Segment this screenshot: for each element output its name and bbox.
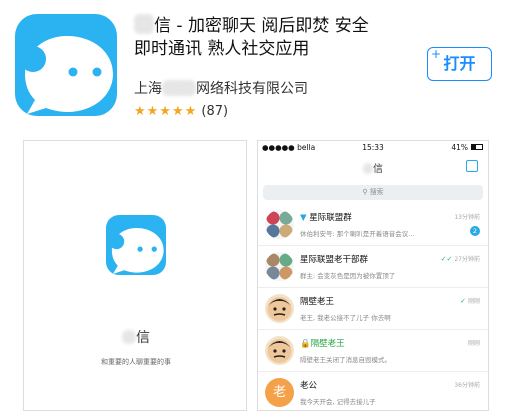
chat-time: 36分钟前 (454, 382, 480, 389)
screenshot-chat-list[interactable]: ●●●●● bella 15:33 41% 信 ⚲ 搜索 ▼ 星际联盟群 休伯利… (257, 140, 489, 411)
developer-prefix: 上海 (134, 81, 162, 97)
text-avatar: 老 (265, 378, 294, 407)
chat-preview: 休伯利安号: 那个喇叭是开着语音会议... (300, 230, 415, 238)
app-title-line-2: 即时通讯 熟人社交应用 (134, 39, 310, 59)
star-rating-icon: ★★★★★ (134, 104, 198, 119)
chat-name-text: 隔壁老王 (310, 339, 345, 349)
screenshot-splash[interactable]: 信 和重要的人聊重要的事 (23, 140, 247, 411)
developer-name[interactable]: 上海 网络科技有限公司 (134, 78, 308, 98)
nav-title: 信 (258, 160, 488, 175)
redacted-mark (162, 80, 196, 96)
chat-time-text: 27分钟前 (454, 256, 480, 263)
open-button-label: 打开 (443, 54, 476, 73)
status-bar: ●●●●● bella 15:33 41% (258, 141, 488, 155)
compose-icon[interactable] (466, 160, 478, 172)
search-placeholder: 搜索 (369, 188, 384, 196)
app-icon[interactable] (15, 14, 117, 116)
check-icon: ✓ (460, 297, 466, 305)
group-avatar-icon (266, 253, 293, 280)
rating: ★★★★★ (87) (134, 104, 228, 119)
redacted-mark (134, 14, 154, 34)
nav-title-text: 信 (373, 164, 383, 175)
chat-row[interactable]: 隔壁老王 老王, 我老公接不了儿子 你去啊 ✓ 刚刚 (258, 288, 488, 330)
face-avatar (265, 336, 294, 365)
chat-name-text: 星际联盟群 (309, 213, 352, 223)
chat-preview: 群主: 会变灰色是因为被你置顶了 (300, 272, 396, 280)
app-header: 信 - 加密聊天 阅后即焚 安全 即时通讯 熟人社交应用 上海 网络科技有限公司 … (0, 0, 505, 140)
chat-time: 刚刚 (467, 340, 480, 347)
developer-suffix: 网络科技有限公司 (196, 81, 308, 97)
cartoon-face-icon (267, 297, 292, 321)
search-icon: ⚲ (362, 188, 368, 196)
splash-app-name-text: 信 (136, 330, 150, 346)
splash-app-name: 信 (24, 327, 246, 347)
chat-name: 隔壁老王 (300, 297, 335, 307)
battery-icon (471, 144, 483, 150)
chat-row-group[interactable]: 星际联盟老干部群 群主: 会变灰色是因为被你置顶了 ✓✓ 27分钟前 (258, 246, 488, 288)
group-avatar-icon (266, 211, 293, 238)
check-icon: ✓✓ (440, 255, 453, 263)
group-avatar (265, 252, 294, 281)
unread-badge: 2 (470, 226, 480, 236)
chat-bubble-face-icon (108, 227, 164, 274)
chat-name: 🔒隔壁老王 (300, 337, 345, 349)
redacted-mark (122, 330, 136, 344)
face-avatar (265, 294, 294, 323)
chat-time-text: 刚刚 (467, 298, 480, 305)
chat-time: ✓✓ 27分钟前 (441, 254, 480, 263)
rating-count: (87) (201, 104, 229, 119)
splash-slogan: 和重要的人聊重要的事 (101, 358, 171, 366)
chat-row[interactable]: 老 老公 我今天开会, 记得去接儿子 36分钟前 (258, 372, 488, 410)
chat-name: ▼ 星际联盟群 (300, 211, 352, 223)
battery-percent: 41% (451, 143, 468, 152)
chat-name: 星际联盟老干部群 (300, 255, 369, 265)
chat-row-secure[interactable]: 🔒隔壁老王 隔壁老王关闭了消息自毁模式。 刚刚 (258, 330, 488, 372)
app-title-line-1: 信 - 加密聊天 阅后即焚 安全 (154, 16, 369, 36)
chat-preview: 我今天开会, 记得去接儿子 (300, 398, 376, 406)
chat-preview: 老王, 我老公接不了儿子 你去啊 (300, 314, 391, 322)
redacted-mark (363, 163, 373, 174)
open-button[interactable]: + 打开 (427, 47, 492, 81)
cartoon-face-icon (267, 339, 292, 363)
group-avatar (265, 210, 294, 239)
chat-preview: 隔壁老王关闭了消息自毁模式。 (300, 356, 391, 364)
chat-name: 老公 (300, 381, 318, 391)
chat-time: ✓ 刚刚 (460, 296, 480, 305)
nav-bar: 信 (258, 155, 488, 179)
chat-row-group[interactable]: ▼ 星际联盟群 休伯利安号: 那个喇叭是开着语音会议... 13分钟前 2 (258, 204, 488, 246)
lock-icon: 🔒 (300, 339, 311, 349)
splash-app-icon (106, 215, 166, 275)
chat-time: 13分钟前 (454, 214, 480, 221)
app-title: 信 - 加密聊天 阅后即焚 安全 即时通讯 熟人社交应用 (134, 14, 419, 61)
search-bar[interactable]: ⚲ 搜索 (263, 185, 483, 200)
speaker-icon: ▼ (300, 213, 307, 223)
chat-bubble-face-icon (20, 36, 113, 114)
plus-icon: + (431, 47, 442, 61)
